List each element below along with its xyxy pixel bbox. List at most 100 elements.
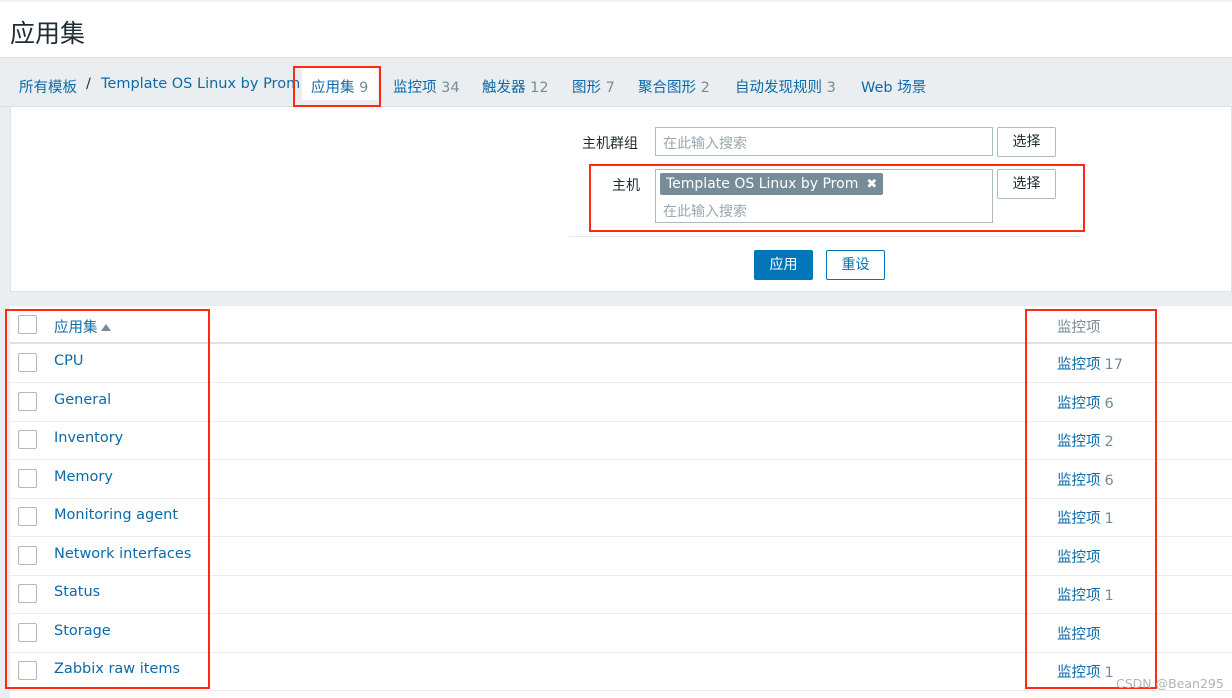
items-cell: 监控项 17 xyxy=(1057,353,1123,374)
application-name-link[interactable]: Status xyxy=(54,584,100,600)
items-cell: 监控项 xyxy=(1057,546,1105,567)
row-checkbox[interactable] xyxy=(18,661,37,680)
page-title: 应用集 xyxy=(10,19,86,48)
table-row: CPU 监控项 17 xyxy=(10,344,1232,383)
table-row: Zabbix raw items 监控项 1 xyxy=(10,652,1232,691)
table-row: Storage 监控项 xyxy=(10,614,1232,653)
table-header: 应用集 监控项 xyxy=(10,306,1232,344)
items-link[interactable]: 监控项 xyxy=(1057,550,1101,566)
tab-label: 聚合图形 xyxy=(638,80,696,96)
filter-divider xyxy=(569,236,1083,237)
application-name-link[interactable]: Network interfaces xyxy=(54,546,191,562)
application-name-link[interactable]: Inventory xyxy=(54,430,123,446)
host-chip: Template OS Linux by Prom ✖ xyxy=(660,173,884,195)
row-checkbox[interactable] xyxy=(18,507,37,526)
items-cell: 监控项 1 xyxy=(1057,507,1114,528)
row-checkbox[interactable] xyxy=(18,469,37,488)
row-checkbox[interactable] xyxy=(18,584,37,603)
tab-label: 自动发现规则 xyxy=(735,80,822,96)
items-count: 1 xyxy=(1104,588,1114,604)
items-link[interactable]: 监控项 xyxy=(1057,627,1101,643)
breadcrumb-template[interactable]: Template OS Linux by Prom xyxy=(101,76,300,92)
reset-button[interactable]: 重设 xyxy=(826,250,885,280)
table-row: Status 监控项 1 xyxy=(10,575,1232,614)
tab-label: 监控项 xyxy=(393,80,437,96)
remove-chip-icon[interactable]: ✖ xyxy=(866,177,877,192)
tab-graphs[interactable]: 图形 7 xyxy=(572,76,615,97)
table-row: Network interfaces 监控项 xyxy=(10,537,1232,576)
tab-count: 9 xyxy=(359,80,369,96)
table-row: Inventory 监控项 2 xyxy=(10,421,1232,460)
application-name-link[interactable]: Monitoring agent xyxy=(54,507,178,523)
filter-panel: 主机群组 在此输入搜索 选择 主机 Template OS Linux by P… xyxy=(10,107,1232,292)
application-name-link[interactable]: Memory xyxy=(54,469,113,485)
items-link[interactable]: 监控项 xyxy=(1057,473,1101,489)
items-cell: 监控项 1 xyxy=(1057,661,1114,682)
items-cell: 监控项 2 xyxy=(1057,430,1114,451)
tab-label: 应用集 xyxy=(311,80,355,96)
items-link[interactable]: 监控项 xyxy=(1057,434,1101,450)
column-header-items: 监控项 xyxy=(1057,320,1101,336)
host-group-placeholder: 在此输入搜索 xyxy=(663,136,747,152)
host-placeholder: 在此输入搜索 xyxy=(663,204,747,220)
tab-triggers[interactable]: 触发器 12 xyxy=(482,76,549,97)
tab-count: 2 xyxy=(700,80,710,96)
application-name-link[interactable]: Zabbix raw items xyxy=(54,661,180,677)
breadcrumb-separator: / xyxy=(86,76,91,92)
host-input[interactable]: Template OS Linux by Prom ✖ 在此输入搜索 xyxy=(655,169,993,223)
tab-count: 12 xyxy=(530,80,549,96)
watermark: CSDN @Bean295 xyxy=(1116,676,1224,691)
application-name-link[interactable]: General xyxy=(54,392,111,408)
tab-discovery-rules[interactable]: 自动发现规则 3 xyxy=(735,76,836,97)
select-all-checkbox[interactable] xyxy=(18,315,37,334)
page-header: 应用集 xyxy=(0,2,1232,57)
tab-items[interactable]: 监控项 34 xyxy=(393,76,460,97)
host-label: 主机 xyxy=(612,178,640,194)
tab-label: Web 场景 xyxy=(861,80,927,96)
table-row: Memory 监控项 6 xyxy=(10,460,1232,499)
items-link[interactable]: 监控项 xyxy=(1057,396,1101,412)
items-cell: 监控项 6 xyxy=(1057,469,1114,490)
tab-label: 触发器 xyxy=(482,80,526,96)
host-group-input[interactable]: 在此输入搜索 xyxy=(655,127,993,156)
items-count: 1 xyxy=(1104,511,1114,527)
tab-count: 7 xyxy=(605,80,615,96)
row-checkbox[interactable] xyxy=(18,546,37,565)
items-link[interactable]: 监控项 xyxy=(1057,665,1101,681)
items-cell: 监控项 1 xyxy=(1057,584,1114,605)
items-count: 1 xyxy=(1104,665,1114,681)
apply-button[interactable]: 应用 xyxy=(754,250,813,280)
column-header-name[interactable]: 应用集 xyxy=(54,316,111,337)
application-name-link[interactable]: CPU xyxy=(54,353,83,369)
table-row: Monitoring agent 监控项 1 xyxy=(10,498,1232,537)
items-link[interactable]: 监控项 xyxy=(1057,588,1101,604)
row-checkbox[interactable] xyxy=(18,623,37,642)
tab-count: 3 xyxy=(826,80,836,96)
tab-screens[interactable]: 聚合图形 2 xyxy=(638,76,710,97)
items-count: 6 xyxy=(1104,473,1114,489)
row-checkbox[interactable] xyxy=(18,430,37,449)
host-select-button[interactable]: 选择 xyxy=(997,169,1056,199)
column-header-name-label: 应用集 xyxy=(54,320,98,336)
items-link[interactable]: 监控项 xyxy=(1057,357,1101,373)
template-nav: 所有模板 / Template OS Linux by Prom 应用集 9 监… xyxy=(0,57,1232,107)
tab-label: 图形 xyxy=(572,80,601,96)
breadcrumb-all-templates[interactable]: 所有模板 xyxy=(19,76,77,97)
items-link[interactable]: 监控项 xyxy=(1057,511,1101,527)
host-group-select-button[interactable]: 选择 xyxy=(997,127,1056,157)
tab-web-scenarios[interactable]: Web 场景 xyxy=(861,76,926,97)
row-checkbox[interactable] xyxy=(18,392,37,411)
items-cell: 监控项 xyxy=(1057,623,1105,644)
applications-table: 应用集 监控项 CPU 监控项 17 General 监控项 6 Inventory… xyxy=(10,306,1232,698)
host-chip-label: Template OS Linux by Prom xyxy=(666,176,859,192)
sort-ascending-icon xyxy=(100,324,111,331)
items-count: 2 xyxy=(1104,434,1114,450)
items-count: 6 xyxy=(1104,396,1114,412)
tab-count: 34 xyxy=(441,80,460,96)
host-group-label: 主机群组 xyxy=(582,136,638,152)
items-count: 17 xyxy=(1104,357,1123,373)
row-checkbox[interactable] xyxy=(18,353,37,372)
tab-applications[interactable]: 应用集 9 xyxy=(302,68,378,100)
application-name-link[interactable]: Storage xyxy=(54,623,111,639)
items-cell: 监控项 6 xyxy=(1057,392,1114,413)
